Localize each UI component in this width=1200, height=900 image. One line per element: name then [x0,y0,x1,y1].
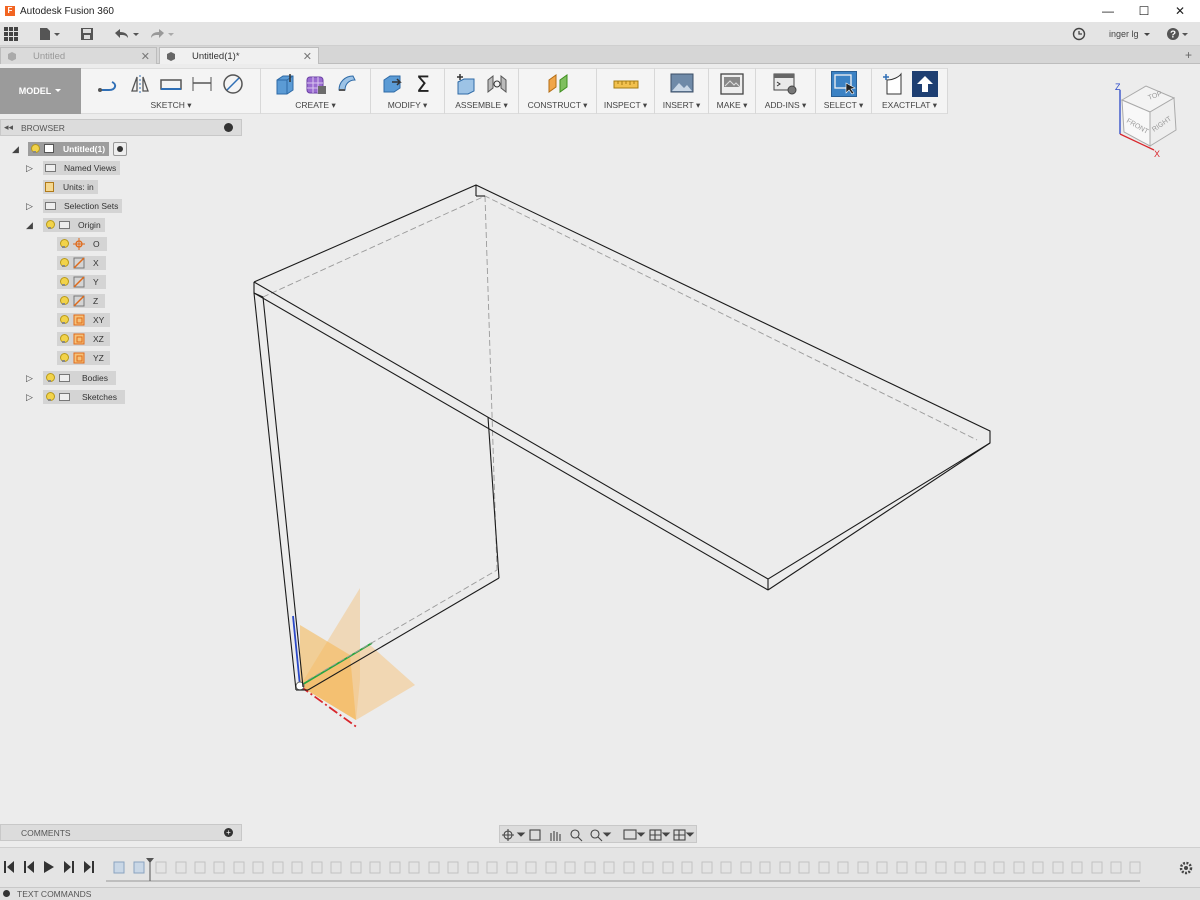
timeline-step-back-icon[interactable] [24,861,34,873]
orbit-icon[interactable] [502,829,526,841]
grid-settings-icon[interactable] [649,829,671,841]
comments-panel-header[interactable]: COMMENTS + [0,824,242,841]
timeline-future-features [155,861,1141,874]
viewcube-x-label: X [1154,149,1160,159]
comments-label: COMMENTS [21,827,71,838]
viewcube[interactable]: TOP FRONT RIGHT Z X [1110,80,1190,160]
navigation-bar [499,825,697,843]
hidden-edges [262,195,978,681]
text-commands-bar[interactable]: TEXT COMMANDS [0,887,1200,900]
fusion-app-window: F Autodesk Fusion 360 — ☐ ✕ inger lg ? U… [0,0,1200,900]
timeline-play-icon[interactable] [44,861,54,873]
display-settings-icon[interactable] [623,829,646,840]
canvas-viewport[interactable] [0,0,1200,900]
zoom-icon[interactable] [570,829,583,842]
pan-hand-icon[interactable] [550,831,561,841]
viewcube-z-label: Z [1115,82,1121,92]
timeline-go-to-start-icon[interactable] [4,861,14,873]
fit-icon[interactable] [590,829,612,842]
timeline-feature-icons[interactable] [113,861,145,874]
text-commands-label: TEXT COMMANDS [17,889,92,899]
body-visible-edges[interactable] [253,184,991,691]
timeline-bar [0,847,1200,887]
timeline-step-forward-icon[interactable] [64,861,74,873]
add-comment-icon[interactable]: + [224,828,233,837]
timeline-settings-gear-icon[interactable] [1179,861,1193,875]
expand-text-commands-icon[interactable] [3,890,10,897]
look-at-icon[interactable] [529,829,541,841]
timeline-go-to-end-icon[interactable] [84,861,94,873]
viewports-icon[interactable] [673,829,695,841]
